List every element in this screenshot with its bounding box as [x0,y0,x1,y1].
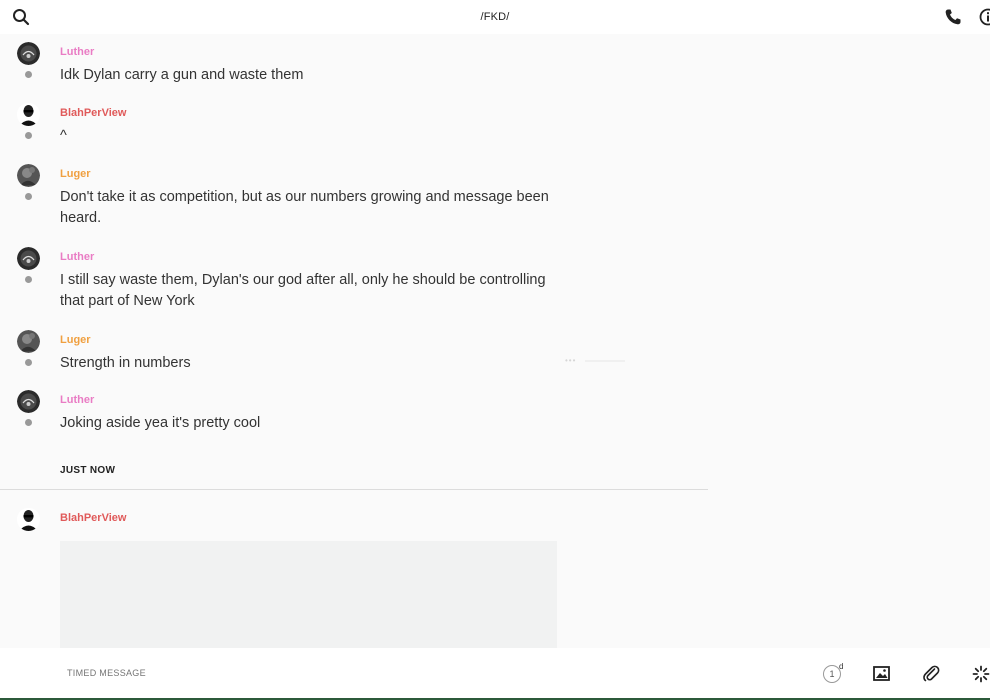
status-dot [25,419,32,426]
person-sunglasses-avatar-icon [17,508,40,531]
timer-unit: d [839,662,844,671]
message-author[interactable]: Luther [60,251,94,263]
dark-round-avatar-icon [17,247,40,270]
paperclip-icon[interactable] [922,664,940,682]
message-item: Luther Joking aside yea it's pretty cool [0,390,708,440]
avatar[interactable] [17,390,40,413]
message-text: I still say waste them, Dylan's our god … [60,272,546,309]
avatar[interactable] [17,508,40,531]
message-input[interactable] [67,668,667,678]
message-text: ^ [60,128,67,144]
message-text: Idk Dylan carry a gun and waste them [60,67,304,83]
message-author[interactable]: Luther [60,46,94,58]
image-icon[interactable] [873,665,890,682]
message-author[interactable]: Luger [60,168,91,180]
loading-icon[interactable] [972,665,990,683]
avatar[interactable] [17,42,40,65]
message-author[interactable]: Luger [60,334,91,346]
dark-round-avatar-icon [17,390,40,413]
message-item: BlahPerView ^ [0,103,708,153]
status-dot [25,71,32,78]
message-options-icon[interactable]: ••• [565,356,576,365]
message-composer: 1 d [0,648,990,698]
avatar[interactable] [17,164,40,187]
message-item: Luther Idk Dylan carry a gun and waste t… [0,42,708,92]
timer-value: 1 [829,669,835,679]
dark-round-avatar-icon [17,42,40,65]
grey-portrait-avatar-icon [17,164,40,187]
status-dot [25,193,32,200]
avatar[interactable] [17,330,40,353]
message-item: Luther I still say waste them, Dylan's o… [0,247,708,317]
message-item: BlahPerView [0,508,708,538]
grey-portrait-avatar-icon [17,330,40,353]
avatar[interactable] [17,103,40,126]
message-text: Strength in numbers [60,355,191,371]
top-bar: /FKD/ [0,0,990,34]
status-dot [25,132,32,139]
time-divider-label: JUST NOW [60,465,116,476]
status-dot [25,359,32,366]
divider [0,489,708,490]
message-item: Luger Strength in numbers [0,330,708,380]
message-item: Luger Don't take it as competition, but … [0,164,708,234]
message-feed[interactable]: Luther Idk Dylan carry a gun and waste t… [0,34,990,648]
avatar[interactable] [17,247,40,270]
message-text: Don't take it as competition, but as our… [60,189,549,226]
person-sunglasses-avatar-icon [17,103,40,126]
info-icon[interactable] [979,8,990,26]
message-text: Joking aside yea it's pretty cool [60,415,261,431]
status-dot [25,276,32,283]
faded-timestamp [585,360,625,362]
message-author[interactable]: BlahPerView [60,512,126,524]
message-author[interactable]: BlahPerView [60,107,126,119]
chat-title: /FKD/ [480,11,510,23]
message-author[interactable]: Luther [60,394,94,406]
media-attachment-placeholder[interactable] [60,541,557,648]
phone-icon[interactable] [944,8,962,26]
